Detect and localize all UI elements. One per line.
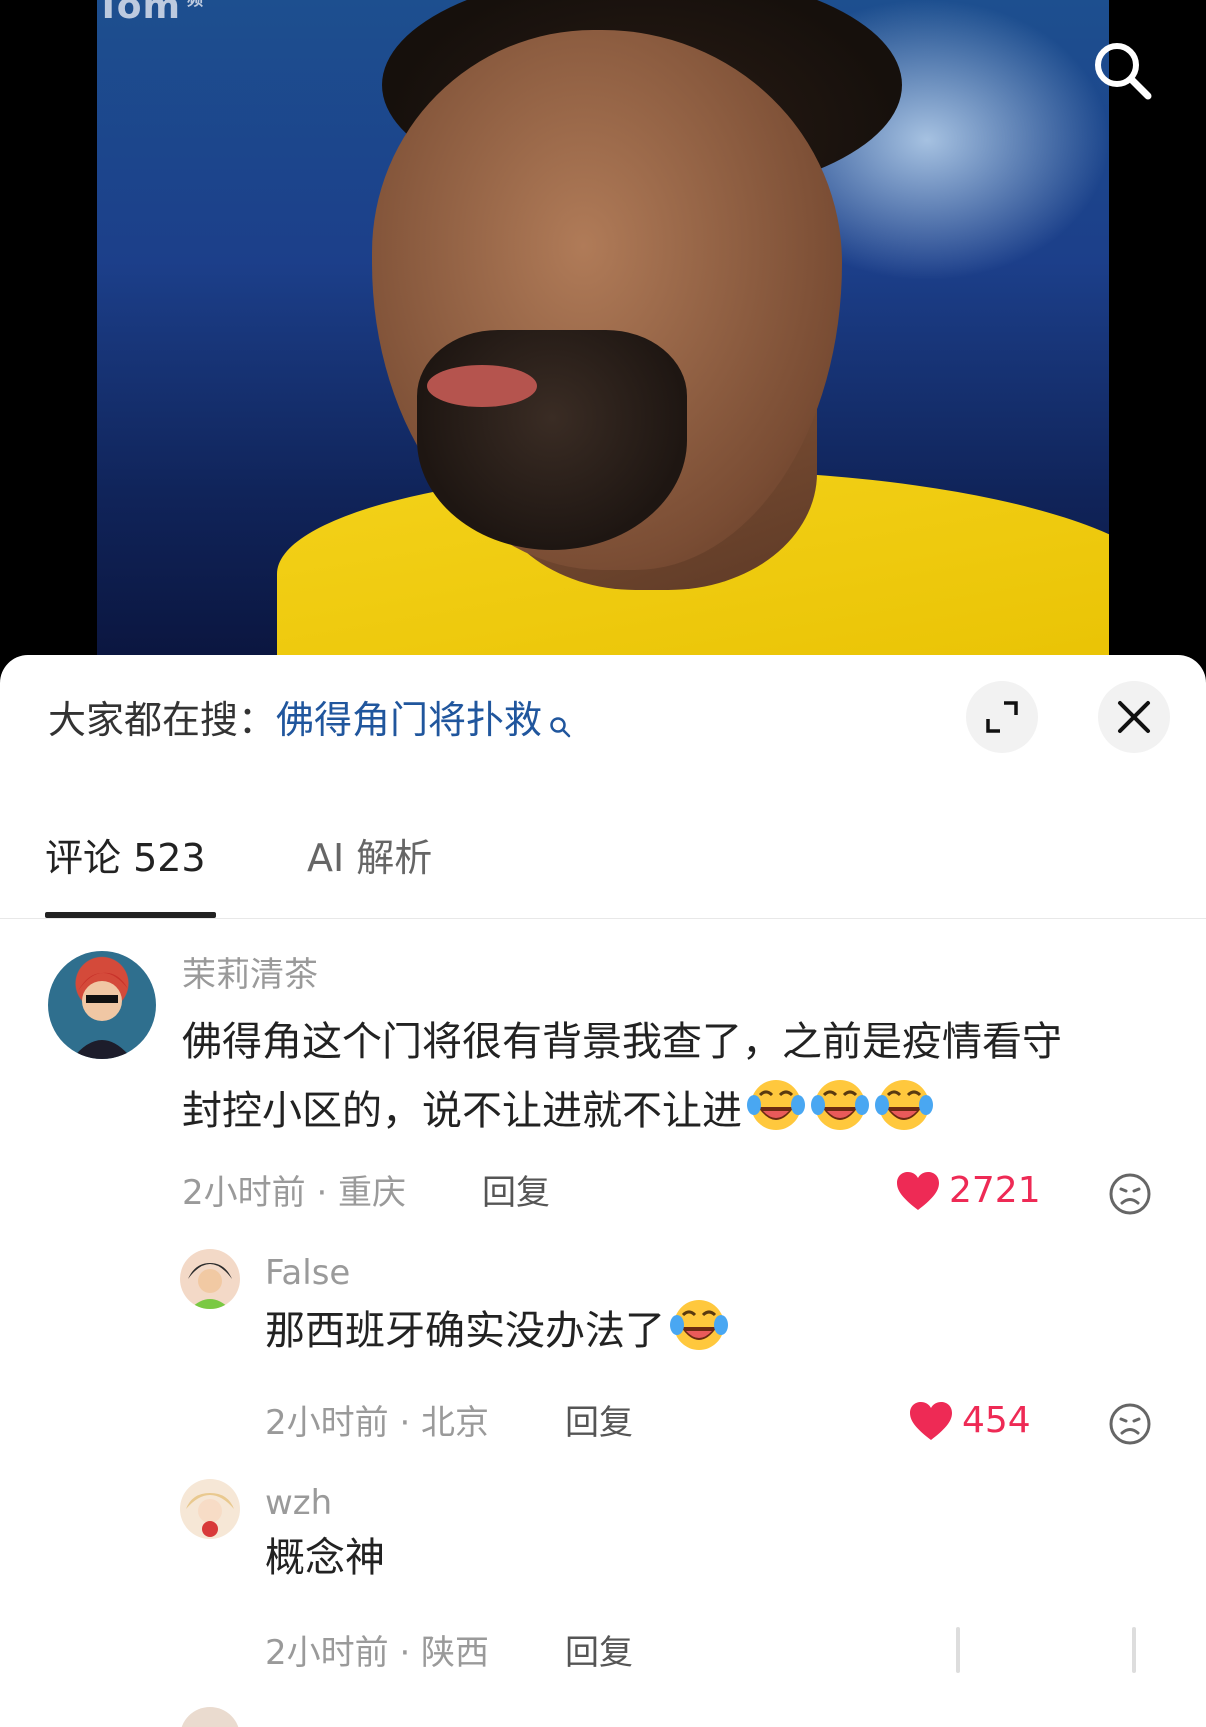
comment-text: 概念神 (265, 1535, 385, 1581)
close-icon (1118, 701, 1150, 733)
heart-icon (910, 1402, 952, 1440)
reply-button[interactable]: 回复 (565, 1402, 633, 1444)
tabs-divider (0, 918, 1206, 919)
comment-username[interactable]: False (265, 1252, 350, 1294)
reply-button[interactable]: 回复 (482, 1172, 550, 1214)
comment-sheet: 大家都在搜：佛得角门将扑救 评论 523 AI 解析 茉莉清茶 佛得角这个门将很… (0, 655, 1206, 1727)
comment-username[interactable]: 茉莉清茶 (182, 954, 318, 996)
video-watermark: Tom频 (96, 0, 203, 27)
search-icon[interactable] (1090, 38, 1154, 102)
close-button[interactable] (1098, 681, 1170, 753)
like-button[interactable]: 2721 (895, 1170, 1041, 1212)
like-button[interactable]: 454 (908, 1400, 1031, 1442)
avatar[interactable] (48, 951, 156, 1059)
search-icon (548, 703, 572, 749)
comment-text: 那西班牙确实没办法了 (265, 1295, 1165, 1371)
avatar[interactable] (180, 1249, 240, 1309)
comment-time-location: 2小时前 · 陕西 (265, 1633, 490, 1673)
video-player[interactable]: Tom频 (0, 0, 1206, 660)
comment-time-location: 2小时前 · 北京 (265, 1403, 490, 1443)
scroll-indicator (1132, 1627, 1136, 1673)
comment-username[interactable]: wzh (265, 1482, 332, 1524)
expand-button[interactable] (966, 681, 1038, 753)
trending-search-bar[interactable]: 大家都在搜：佛得角门将扑救 (48, 697, 572, 749)
expand-icon (986, 701, 1018, 733)
scroll-indicator (956, 1627, 960, 1673)
search-keyword-link[interactable]: 佛得角门将扑救 (276, 698, 542, 742)
avatar[interactable] (180, 1707, 240, 1727)
comment-time-location: 2小时前 · 重庆 (182, 1173, 407, 1213)
laughing-crying-emoji (669, 1295, 729, 1371)
laughing-crying-emoji (874, 1075, 934, 1151)
like-count: 2721 (949, 1170, 1041, 1211)
dislike-face-icon[interactable] (1108, 1172, 1152, 1216)
laughing-crying-emoji (746, 1075, 806, 1151)
like-count: 454 (962, 1400, 1031, 1441)
player-beard (417, 330, 687, 550)
video-frame (97, 0, 1109, 655)
avatar[interactable] (180, 1479, 240, 1539)
tab-comments[interactable]: 评论 523 (45, 835, 206, 881)
comment-text: 佛得角这个门将很有背景我查了，之前是疫情看守 封控小区的，说不让进就不让进 (182, 1009, 1172, 1151)
player-mouth (427, 365, 537, 407)
search-prefix: 大家都在搜： (48, 698, 277, 742)
heart-icon (897, 1172, 939, 1210)
reply-button[interactable]: 回复 (565, 1632, 633, 1674)
dislike-face-icon[interactable] (1108, 1402, 1152, 1446)
laughing-crying-emoji (810, 1075, 870, 1151)
tab-ai-analysis[interactable]: AI 解析 (307, 835, 432, 881)
